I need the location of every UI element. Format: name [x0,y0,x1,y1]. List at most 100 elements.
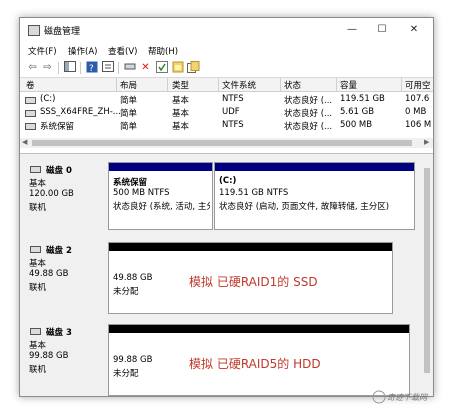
column-separator[interactable] [336,78,337,91]
raid1-annotation: 模拟 已硬RAID1的 SSD [189,275,318,289]
volume-free-space: 106 M [405,120,432,130]
partition-state: 状态良好 (启动, 页面文件, 故障转储, 主分区) [219,202,390,212]
back-arrow-icon[interactable]: ⇦ [26,61,39,74]
partition-detail: 119.51 GB NTFS [219,188,289,198]
disk-label-2[interactable]: 磁盘 2 基本 49.88 GB 联机 [24,242,106,312]
volume-row[interactable]: SSS_X64FRE_ZH-... 简单 基本 UDF 状态良好 (... 5.… [20,107,433,119]
disk-name: 磁盘 3 [46,328,72,338]
refresh-icon[interactable] [187,61,200,74]
drive-icon [25,123,36,130]
disk-size: 120.00 GB [29,189,74,199]
volume-capacity: 5.61 GB [340,107,375,117]
disk-icon [30,166,41,173]
disk-icon [30,328,41,335]
window-title: 磁盘管理 [44,27,81,37]
disk-size: 99.88 GB [29,351,69,361]
toolbar: ⇦ ⇨ ? ✕ [20,59,433,78]
check-icon[interactable] [155,61,168,74]
drive-icon [25,97,36,104]
column-header-status[interactable]: 状态 [284,79,301,91]
partition-state: 状态良好 (系统, 活动, 主分 [113,202,210,212]
disk-label-0[interactable]: 磁盘 0 基本 120.00 GB 联机 [24,162,106,227]
disk-management-window: 磁盘管理 — ☐ ✕ 文件(F) 操作(A) 查看(V) 帮助(H) ⇦ ⇨ ?… [19,17,434,397]
volume-status: 状态良好 (... [284,122,333,132]
horizontal-scrollbar[interactable]: ◀ ▶ [20,138,433,148]
scroll-thumb[interactable] [32,140,412,146]
column-separator[interactable] [116,78,117,91]
disk-name: 磁盘 0 [46,166,72,176]
svg-text:奇迹下载网: 奇迹下载网 [387,393,428,402]
new-volume-icon[interactable] [171,61,184,74]
drive-icon [25,110,36,117]
scroll-right-icon[interactable]: ▶ [424,138,429,146]
menu-action[interactable]: 操作(A) [68,45,97,57]
volume-type: 基本 [172,96,190,106]
volume-list-header: 卷 布局 类型 文件系统 状态 容量 可用空 [20,78,433,92]
column-header-capacity[interactable]: 容量 [340,79,357,91]
primary-partition-bar [215,163,414,171]
connect-icon[interactable] [123,61,136,74]
partition-c-drive[interactable]: (C:) 119.51 GB NTFS 状态良好 (启动, 页面文件, 故障转储… [214,162,415,230]
maximize-button[interactable]: ☐ [368,21,396,39]
volume-status: 状态良好 (... [284,96,333,106]
volume-capacity: 119.51 GB [340,94,385,104]
volume-name: SSS_X64FRE_ZH-... [40,107,121,117]
disk-name: 磁盘 2 [46,246,72,256]
volume-capacity: 500 MB [340,120,373,130]
watermark-logo: 奇迹下载网 [372,388,442,406]
column-separator[interactable] [401,78,402,91]
disk-size: 49.88 GB [29,269,69,279]
volume-type: 基本 [172,122,190,132]
column-header-filesystem[interactable]: 文件系统 [222,79,256,91]
column-separator[interactable] [218,78,219,91]
volume-free-space: 0 MB [405,107,427,117]
partition-size: 99.88 GB [113,355,153,365]
column-separator[interactable] [280,78,281,91]
svg-text:?: ? [89,64,94,73]
scroll-thumb[interactable] [424,168,430,373]
close-button[interactable]: ✕ [400,21,428,39]
menu-view[interactable]: 查看(V) [108,45,137,57]
volume-free-space: 107.6 [405,94,430,104]
partition-state: 未分配 [113,287,139,297]
volume-type: 基本 [172,109,190,119]
menu-file[interactable]: 文件(F) [28,45,57,57]
partition-unallocated-disk-2[interactable]: 49.88 GB 未分配 模拟 已硬RAID1的 SSD [108,242,393,314]
partition-label: 系统保留 [113,178,148,188]
partition-label: (C:) [219,176,237,186]
volume-name: 系统保留 [40,122,75,132]
disk-status: 联机 [29,365,47,375]
volume-row[interactable]: (C:) 简单 基本 NTFS 状态良好 (... 119.51 GB 107.… [20,94,433,106]
column-header-layout[interactable]: 布局 [120,79,137,91]
minimize-button[interactable]: — [338,21,366,39]
partition-detail: 500 MB NTFS [113,188,170,198]
partition-unallocated-disk-3[interactable]: 99.88 GB 未分配 模拟 已硬RAID5的 HDD [108,324,410,396]
toolbar-separator [58,62,59,74]
volume-filesystem: NTFS [222,120,244,130]
column-separator[interactable] [167,78,168,91]
delete-icon[interactable]: ✕ [139,61,152,74]
console-tree-icon[interactable] [63,61,76,74]
scroll-left-icon[interactable]: ◀ [22,138,27,146]
toolbar-separator [80,62,81,74]
disk-label-3[interactable]: 磁盘 3 基本 99.88 GB 联机 [24,324,106,394]
disk-status: 联机 [29,203,47,213]
volume-layout: 简单 [120,109,138,119]
disk-graphical-view: 磁盘 0 基本 120.00 GB 联机 系统保留 500 MB NTFS 状态… [20,153,433,396]
help-icon[interactable]: ? [85,61,98,74]
disk-status: 联机 [29,283,47,293]
forward-arrow-icon[interactable]: ⇨ [41,61,54,74]
disk-type: 基本 [29,179,47,189]
column-header-volume[interactable]: 卷 [26,79,35,91]
partition-system-reserved[interactable]: 系统保留 500 MB NTFS 状态良好 (系统, 活动, 主分 [108,162,213,230]
volume-name: (C:) [40,94,56,104]
disk-type: 基本 [29,259,47,269]
properties-icon[interactable] [101,61,114,74]
vertical-scrollbar[interactable] [422,156,432,396]
menu-help[interactable]: 帮助(H) [148,45,178,57]
column-header-free-space[interactable]: 可用空 [405,79,431,91]
disk-type: 基本 [29,341,47,351]
volume-row[interactable]: 系统保留 简单 基本 NTFS 状态良好 (... 500 MB 106 M [20,120,433,132]
column-header-type[interactable]: 类型 [172,79,189,91]
toolbar-separator [118,62,119,74]
